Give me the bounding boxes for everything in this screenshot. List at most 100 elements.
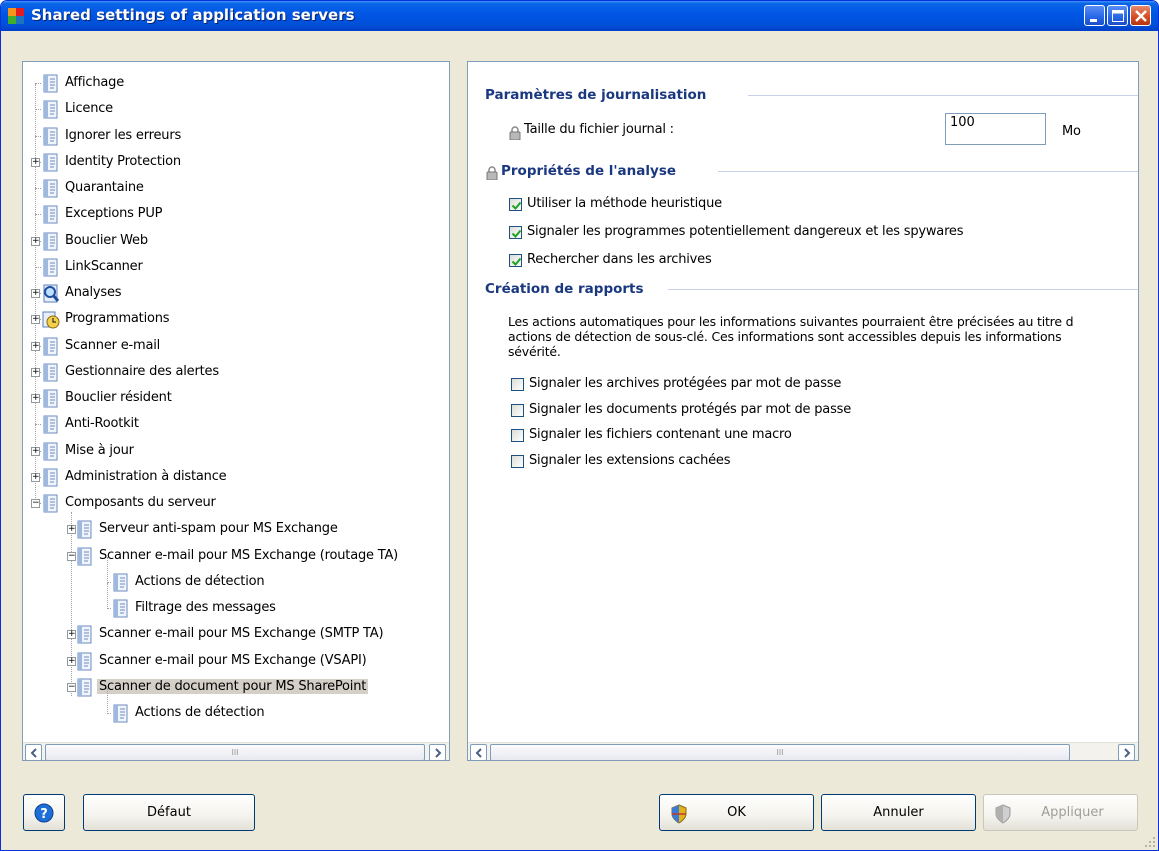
cancel-button[interactable]: Annuler	[821, 794, 976, 831]
tree-item[interactable]: + Analyses	[23, 282, 449, 306]
tree-item[interactable]: Licence	[23, 98, 449, 122]
log-size-input[interactable]: 100	[945, 113, 1046, 145]
document-icon	[43, 153, 58, 172]
option-label[interactable]: Signaler les documents protégés par mot …	[529, 402, 851, 417]
tree-item[interactable]: + Scanner e-mail	[23, 335, 449, 359]
checkmark-icon	[511, 201, 522, 210]
default-button[interactable]: Défaut	[83, 794, 255, 831]
reports-description-line2: actions de détection de sous-clé. Ces in…	[508, 329, 1062, 344]
arrow-right-icon	[435, 748, 442, 758]
expand-icon[interactable]: +	[31, 394, 40, 403]
tree-item-label: Bouclier Web	[65, 232, 148, 248]
document-icon	[43, 389, 58, 408]
tree-item[interactable]: Exceptions PUP	[23, 203, 449, 227]
option-label[interactable]: Signaler les fichiers contenant une macr…	[529, 427, 792, 442]
tree-item[interactable]: + Scanner e-mail pour MS Exchange (SMTP T…	[23, 623, 449, 647]
option-checkbox[interactable]	[511, 378, 524, 391]
tree-item-label: Quarantaine	[65, 180, 144, 195]
settings-horizontal-scrollbar[interactable]: III	[468, 742, 1138, 760]
tree-item[interactable]: + Programmations	[23, 308, 449, 332]
option-checkbox[interactable]	[509, 198, 522, 211]
settings-tree[interactable]: Affichage Licence Ignorer les erreurs + Iden…	[22, 61, 450, 761]
document-icon	[77, 520, 92, 539]
tree-item[interactable]: Actions de détection	[23, 688, 449, 726]
tree-item[interactable]: Anti-Rootkit	[23, 413, 449, 437]
tree-horizontal-scrollbar[interactable]: III	[23, 742, 449, 760]
tree-item-label: Analyses	[65, 285, 122, 300]
maximize-button[interactable]	[1107, 5, 1128, 26]
tree-item[interactable]: + Serveur anti-spam pour MS Exchange	[23, 518, 449, 542]
scroll-thumb[interactable]: III	[490, 744, 1070, 760]
minimize-button[interactable]	[1084, 5, 1105, 26]
tree-item[interactable]: Actions de détection	[23, 556, 449, 595]
reports-description-line3: sévérité.	[508, 344, 561, 359]
expand-icon[interactable]: +	[31, 157, 40, 167]
expand-icon[interactable]: +	[31, 236, 40, 246]
option-label[interactable]: Signaler les programmes potentiellement …	[527, 224, 964, 239]
collapse-icon[interactable]: −	[31, 499, 40, 508]
tree-item[interactable]: + Gestionnaire des alertes	[23, 361, 449, 385]
option-checkbox[interactable]	[511, 403, 524, 417]
scroll-left-button[interactable]	[470, 744, 487, 760]
expand-icon[interactable]: +	[31, 472, 40, 482]
help-button[interactable]: ?	[23, 794, 65, 831]
tree-item-label: Exceptions PUP	[65, 206, 163, 222]
tree-guide-line	[107, 556, 108, 583]
scroll-right-button[interactable]	[1118, 744, 1135, 760]
option-label[interactable]: Utiliser la méthode heuristique	[527, 196, 722, 211]
scroll-right-button[interactable]	[429, 744, 446, 760]
scroll-left-button[interactable]	[25, 744, 42, 760]
option-checkbox[interactable]	[509, 254, 522, 267]
checkmark-icon	[511, 257, 522, 266]
expand-icon[interactable]: +	[31, 367, 40, 377]
expand-icon[interactable]: +	[31, 315, 40, 325]
scroll-thumb[interactable]: III	[45, 744, 425, 760]
tree-item[interactable]: Filtrage des messages	[23, 583, 449, 621]
ok-button[interactable]: OK	[659, 794, 814, 831]
lock-icon	[486, 166, 498, 180]
close-icon	[1135, 10, 1147, 22]
document-icon	[113, 704, 128, 723]
apply-button[interactable]: Appliquer	[983, 794, 1138, 831]
document-icon	[43, 258, 58, 277]
settings-window: Shared settings of application servers A…	[0, 0, 1159, 851]
tree-item[interactable]: Ignorer les erreurs	[23, 125, 449, 149]
tree-item[interactable]: + Administration à distance	[23, 466, 449, 490]
close-button[interactable]	[1130, 5, 1151, 26]
document-icon	[43, 127, 58, 145]
minimize-icon	[1090, 19, 1097, 22]
tree-item[interactable]: − Scanner e-mail pour MS Exchange (routag…	[23, 545, 449, 569]
panel-splitter[interactable]	[452, 61, 465, 761]
tree-item[interactable]: + Identity Protection	[23, 151, 449, 175]
default-button-label: Défaut	[147, 805, 191, 820]
tree-item[interactable]: + Mise à jour	[23, 440, 449, 464]
option-label[interactable]: Rechercher dans les archives	[527, 252, 712, 267]
tree-item-label: Scanner de document pour MS SharePoint	[97, 678, 369, 694]
tree-item[interactable]: − Composants du serveur	[23, 492, 449, 516]
tree-item-label: Serveur anti-spam pour MS Exchange	[99, 521, 338, 537]
option-checkbox[interactable]	[511, 429, 524, 442]
document-icon	[43, 442, 58, 460]
expand-icon[interactable]: +	[31, 446, 40, 456]
tree-item-label: Licence	[65, 101, 113, 117]
option-label[interactable]: Signaler les extensions cachées	[529, 453, 730, 468]
tree-item-label: Ignorer les erreurs	[65, 127, 182, 143]
expand-icon[interactable]: +	[31, 341, 40, 351]
option-checkbox[interactable]	[511, 454, 524, 468]
title-bar[interactable]: Shared settings of application servers	[1, 1, 1158, 31]
document-icon	[77, 678, 92, 697]
option-checkbox[interactable]	[509, 226, 522, 239]
document-icon	[43, 363, 58, 382]
arrow-left-icon	[475, 748, 482, 758]
tree-item[interactable]: Affichage	[23, 72, 449, 96]
tree-item[interactable]: + Bouclier résident	[23, 387, 449, 411]
resize-grip-icon[interactable]	[1144, 836, 1156, 848]
document-icon	[43, 205, 58, 224]
expand-icon[interactable]: +	[31, 289, 40, 298]
tree-item[interactable]: + Scanner e-mail pour MS Exchange (VSAPI)	[23, 650, 449, 674]
tree-item[interactable]: + Bouclier Web	[23, 230, 449, 254]
tree-item[interactable]: − Scanner de document pour MS SharePoint	[23, 676, 449, 700]
option-label[interactable]: Signaler les archives protégées par mot …	[529, 376, 841, 391]
tree-item[interactable]: Quarantaine	[23, 177, 449, 201]
tree-item[interactable]: LinkScanner	[23, 256, 449, 280]
